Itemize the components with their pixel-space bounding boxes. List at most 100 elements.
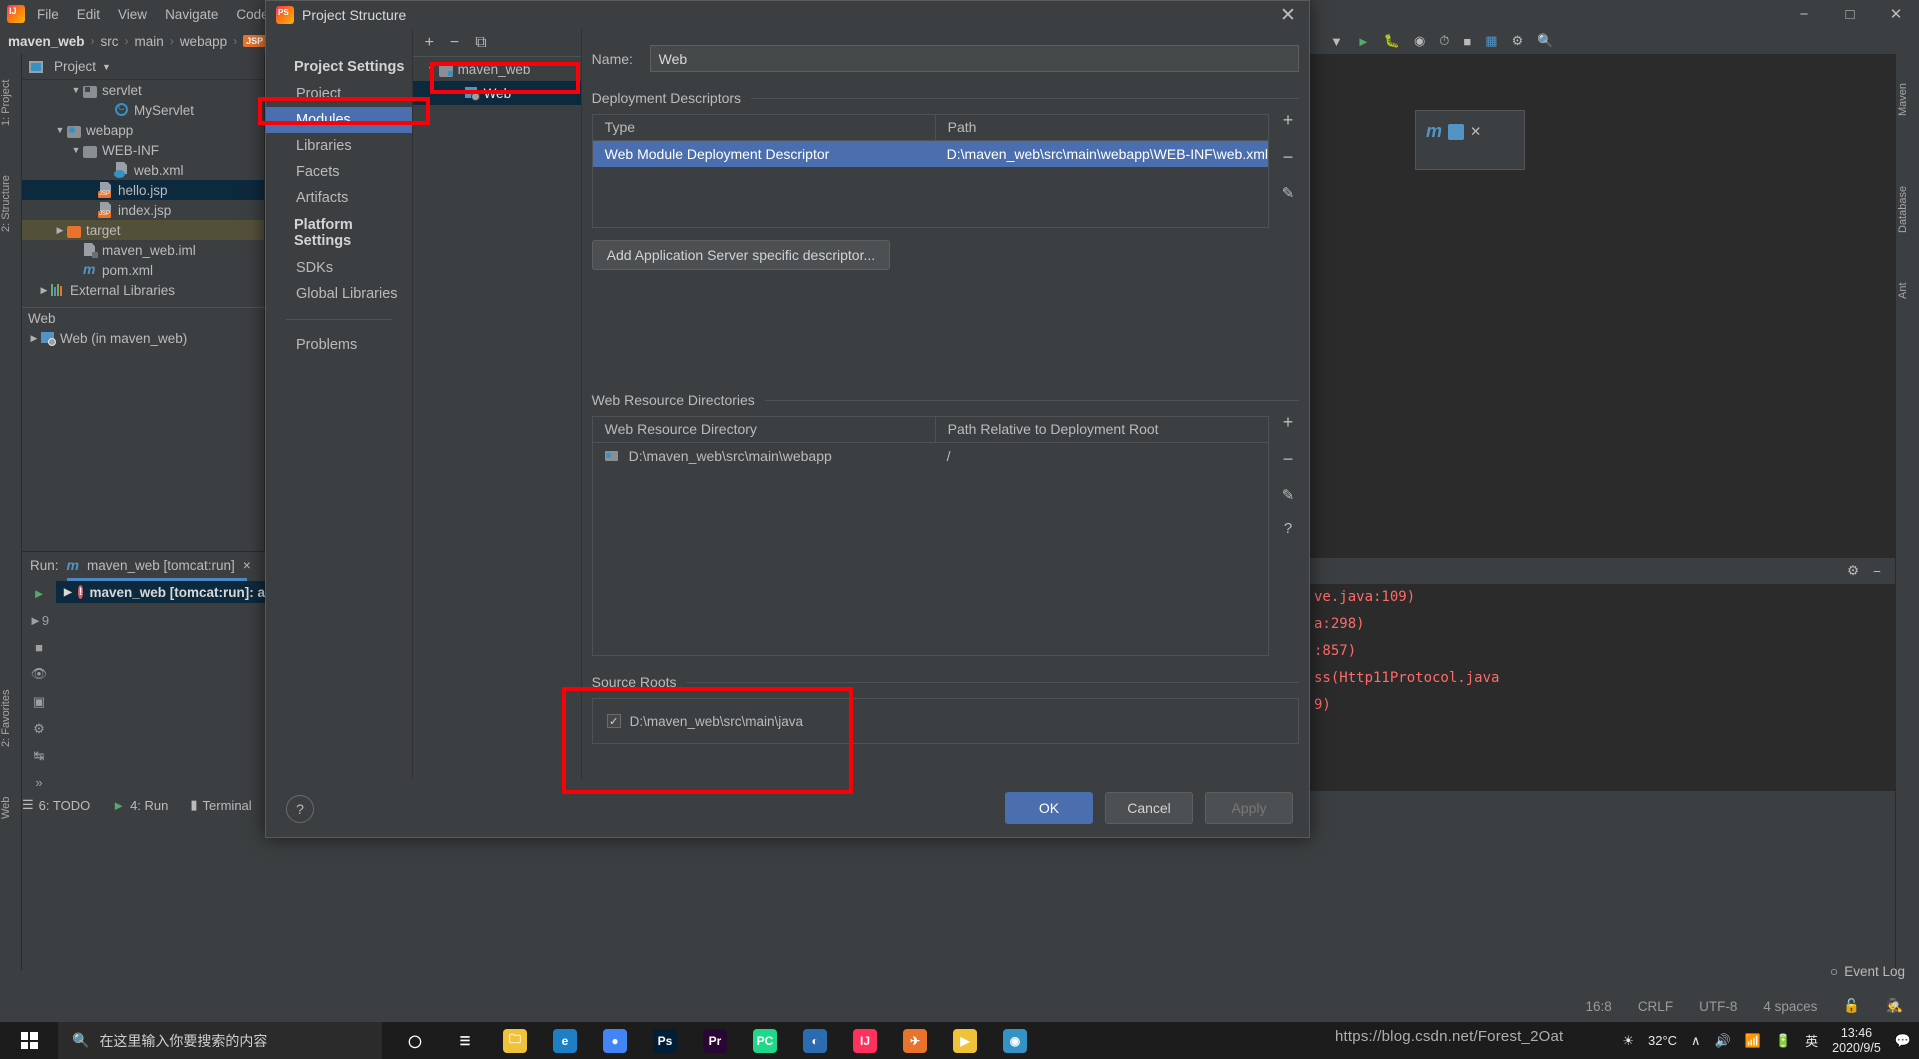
tree-item-web-xml[interactable]: web.xml — [22, 160, 264, 180]
run-tab-close-icon[interactable]: × — [243, 558, 251, 573]
nav-item-libraries[interactable]: Libraries — [266, 133, 412, 159]
premiere-icon[interactable]: Pr — [690, 1022, 740, 1059]
tree-item-target[interactable]: ▶target — [22, 220, 264, 240]
tool-tab-structure[interactable]: 2: Structure — [0, 154, 22, 254]
run-tab-title[interactable]: maven_web [tomcat:run] — [87, 558, 235, 573]
remove-web-resource-button[interactable]: − — [1283, 449, 1294, 470]
pycharm-icon[interactable]: PC — [740, 1022, 790, 1059]
line-separator[interactable]: CRLF — [1638, 999, 1673, 1014]
dialog-close-button[interactable]: ✕ — [1277, 4, 1299, 27]
cancel-button[interactable]: Cancel — [1105, 792, 1193, 824]
nav-item-global-libraries[interactable]: Global Libraries — [266, 281, 412, 307]
navicat-icon[interactable]: ◐ — [790, 1022, 840, 1059]
tree-item-hello-jsp[interactable]: hello.jsp — [22, 180, 264, 200]
stop-icon[interactable]: ■ — [1463, 34, 1471, 49]
eye-icon[interactable]: 👁 — [29, 666, 49, 682]
column-header-web-resource-directory[interactable]: Web Resource Directory — [593, 417, 935, 442]
filter-icon[interactable]: ⚙ — [29, 721, 49, 737]
project-panel-header[interactable]: Project ▼ — [22, 54, 264, 80]
breadcrumb-item-2[interactable]: main — [135, 34, 164, 49]
chrome-icon[interactable]: ● — [590, 1022, 640, 1059]
nav-item-artifacts[interactable]: Artifacts — [266, 185, 412, 211]
intellij-idea-icon[interactable]: IJ — [840, 1022, 890, 1059]
menu-item-edit[interactable]: Edit — [68, 4, 109, 25]
event-log-button[interactable]: ○ Event Log — [1830, 964, 1905, 979]
minimize-icon[interactable]: − — [1781, 6, 1827, 23]
remove-descriptor-button[interactable]: − — [1283, 147, 1294, 168]
network-icon[interactable]: 📶 — [1745, 1033, 1761, 1049]
edit-descriptor-button[interactable]: ✎ — [1282, 184, 1295, 202]
file-explorer-icon[interactable]: 🗀 — [490, 1022, 540, 1059]
chevron-down-icon[interactable]: ▼ — [102, 62, 111, 72]
debug-icon[interactable]: 🐛 — [1384, 33, 1400, 49]
tool-tab-favorites[interactable]: 2: Favorites — [0, 664, 22, 772]
column-header-path-relative[interactable]: Path Relative to Deployment Root — [936, 417, 1268, 442]
tree-item-web-inf[interactable]: ▼WEB-INF — [22, 140, 264, 160]
taskbar-clock[interactable]: 13:46 2020/9/5 — [1832, 1026, 1881, 1056]
camera-icon[interactable]: ▣ — [29, 694, 49, 710]
expand-arrow-icon[interactable]: ▼ — [54, 125, 66, 135]
source-roots-list[interactable]: ✓ D:\maven_web\src\main\java — [592, 698, 1299, 744]
remove-module-button[interactable]: − — [450, 34, 459, 52]
battery-icon[interactable]: 🔋 — [1775, 1033, 1791, 1049]
tree-item-maven-web-iml[interactable]: maven_web.iml — [22, 240, 264, 260]
bottom-tab-todo[interactable]: ☰ 6: TODO — [22, 797, 90, 813]
deployment-descriptors-table[interactable]: Type Path Web Module Deployment Descript… — [592, 114, 1269, 228]
tree-item-index-jsp[interactable]: index.jsp — [22, 200, 264, 220]
tool-tab-project[interactable]: 1: Project — [0, 60, 22, 146]
player-icon[interactable]: ▶ — [940, 1022, 990, 1059]
menu-item-file[interactable]: File — [28, 4, 68, 25]
table-row[interactable]: Web Module Deployment Descriptor D:\mave… — [593, 141, 1268, 167]
expand-arrow-icon[interactable]: ▶ — [28, 333, 40, 344]
column-header-type[interactable]: Type — [593, 115, 935, 140]
tool-tab-ant[interactable]: Ant — [1897, 274, 1919, 308]
run-button-icon[interactable]: ► — [1357, 34, 1370, 49]
bottom-tab-run[interactable]: ► 4: Run — [112, 798, 168, 813]
module-name-input[interactable]: Web — [650, 45, 1299, 72]
settings-icon[interactable]: ⚙ — [1512, 33, 1524, 49]
nav-item-modules[interactable]: Modules — [266, 107, 412, 133]
edge-icon[interactable]: e — [540, 1022, 590, 1059]
search-icon[interactable]: 🔍 — [1537, 33, 1553, 49]
menu-item-view[interactable]: View — [109, 4, 156, 25]
minimize-icon[interactable]: − — [1873, 564, 1881, 579]
inspector-icon[interactable]: 🕵 — [1886, 998, 1903, 1014]
volume-icon[interactable]: 🔊 — [1715, 1033, 1731, 1049]
web-resource-directories-table[interactable]: Web Resource Directory Path Relative to … — [592, 416, 1269, 656]
close-icon[interactable]: ✕ — [1470, 124, 1481, 140]
indent-setting[interactable]: 4 spaces — [1763, 999, 1817, 1014]
maximize-icon[interactable]: □ — [1827, 6, 1873, 23]
caret-position[interactable]: 16:8 — [1586, 999, 1612, 1014]
stop-icon[interactable]: ■ — [29, 639, 49, 655]
tree-item-webapp[interactable]: ▼webapp — [22, 120, 264, 140]
column-header-path[interactable]: Path — [936, 115, 1268, 140]
breadcrumb-item-1[interactable]: src — [101, 34, 119, 49]
notifications-icon[interactable]: 💬 — [1895, 1033, 1911, 1049]
start-button[interactable] — [0, 1022, 58, 1059]
maven-popup[interactable]: m ✕ — [1415, 110, 1525, 170]
table-row[interactable]: D:\maven_web\src\main\webapp / — [593, 443, 1268, 469]
close-window-icon[interactable]: ✕ — [1873, 5, 1919, 23]
web-section-item[interactable]: ▶ Web (in maven_web) — [22, 328, 265, 348]
app-icon-2[interactable]: ◉ — [990, 1022, 1040, 1059]
menu-item-navigate[interactable]: Navigate — [156, 4, 227, 25]
nav-item-problems[interactable]: Problems — [266, 332, 412, 358]
nav-item-facets[interactable]: Facets — [266, 159, 412, 185]
tree-item-pom-xml[interactable]: mpom.xml — [22, 260, 264, 280]
expand-arrow-icon[interactable]: ▶ — [54, 225, 66, 236]
expand-arrow-icon[interactable]: ▼ — [426, 64, 438, 74]
ok-button[interactable]: OK — [1005, 792, 1093, 824]
rerun-failed-icon[interactable]: ►9 — [29, 612, 49, 628]
cortana-icon[interactable]: ◯ — [390, 1022, 440, 1059]
run-tree-row[interactable]: ▶ ! maven_web [tomcat:run]: a — [56, 581, 265, 603]
expand-arrow-icon[interactable]: ▼ — [70, 85, 82, 95]
expand-arrow-icon[interactable]: ▼ — [70, 145, 82, 155]
expand-arrow-icon[interactable]: ▶ — [38, 285, 50, 296]
photoshop-icon[interactable]: Ps — [640, 1022, 690, 1059]
task-view-icon[interactable]: ☰ — [440, 1022, 490, 1059]
tree-item-myservlet[interactable]: CMyServlet — [22, 100, 264, 120]
edit-web-resource-button[interactable]: ✎ — [1282, 486, 1295, 504]
apply-button[interactable]: Apply — [1205, 792, 1293, 824]
source-root-checkbox[interactable]: ✓ — [607, 714, 621, 728]
nav-item-sdks[interactable]: SDKs — [266, 255, 412, 281]
